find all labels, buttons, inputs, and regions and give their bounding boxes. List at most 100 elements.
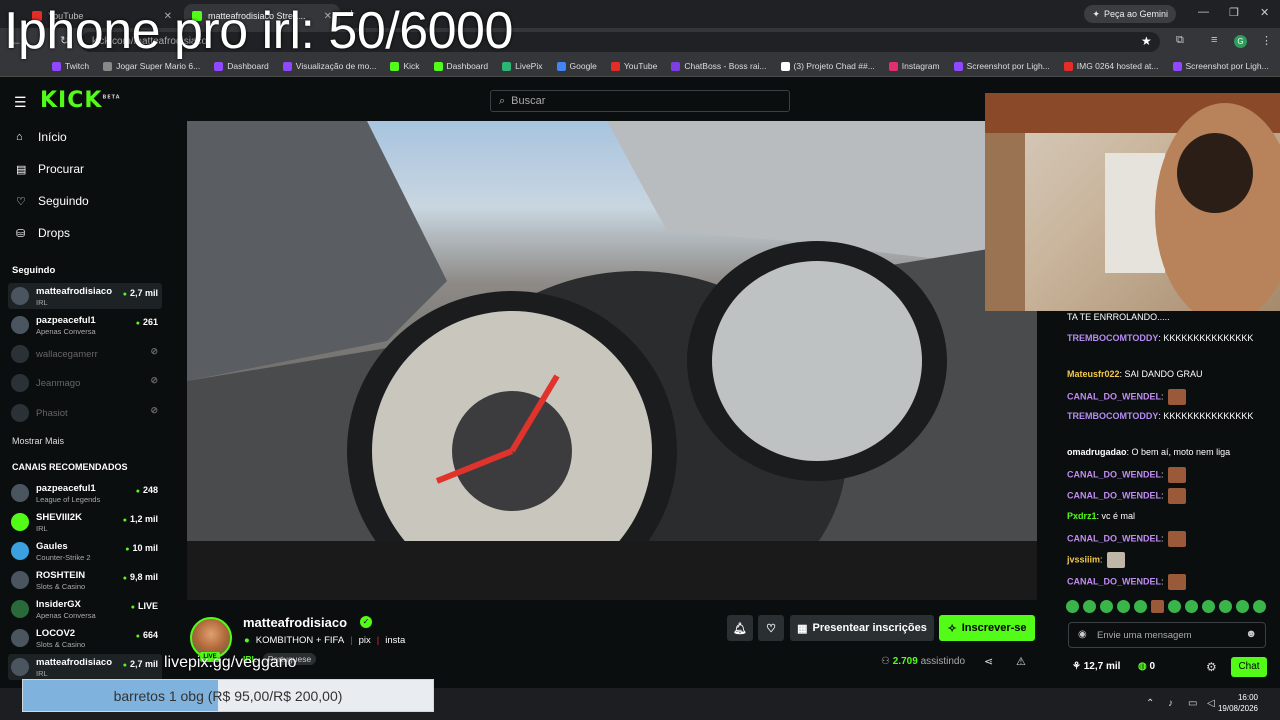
recommended-channel[interactable]: LOCOV2 Slots & Casino 664 (8, 625, 162, 651)
bookmark-item[interactable]: Dashboard (214, 61, 269, 71)
emote-button[interactable] (1066, 600, 1079, 613)
volume-icon[interactable]: ◁ (1207, 698, 1215, 709)
bookmark-item[interactable]: Jogar Super Mario 6... (103, 61, 200, 71)
chat-username[interactable]: CANAL_DO_WENDEL (1067, 533, 1161, 543)
following-channel[interactable]: Jeanmago ⊘ (8, 370, 162, 396)
recommended-channel[interactable]: pazpeaceful1 League of Legends 248 (8, 480, 162, 506)
emote-button[interactable] (1202, 600, 1215, 613)
chat-username[interactable]: CANAL_DO_WENDEL (1067, 490, 1161, 500)
gift-subs-button[interactable]: ▦ Presentear inscrições (790, 615, 934, 641)
emoji-icon[interactable]: ☻ (1245, 628, 1257, 640)
offline-icon: ⊘ (150, 375, 158, 385)
chat-username[interactable]: CANAL_DO_WENDEL (1067, 391, 1161, 401)
emote-button[interactable] (1100, 600, 1113, 613)
channel-name[interactable]: matteafrodisiaco (243, 615, 347, 630)
emote-button[interactable] (1236, 600, 1249, 613)
nav-home[interactable]: ⌂ Início (16, 130, 67, 144)
emote-button[interactable] (1117, 600, 1130, 613)
show-more-link[interactable]: Mostrar Mais (12, 436, 64, 446)
nav-drops[interactable]: ⛁ Drops (16, 226, 70, 240)
close-window-button[interactable]: ✕ (1260, 6, 1269, 19)
chat-username[interactable]: CANAL_DO_WENDEL (1067, 469, 1161, 479)
drops-icon: ⛁ (16, 227, 26, 240)
chat-send-button[interactable]: Chat (1231, 657, 1267, 677)
emote (1168, 531, 1187, 547)
emote-button[interactable] (1253, 600, 1266, 613)
chat-username[interactable]: Mateusfr022 (1067, 369, 1120, 379)
insta-link[interactable]: insta (385, 635, 405, 646)
bookmark-item[interactable]: Screenshot por Ligh... (953, 61, 1050, 71)
search-icon: ⌕ (499, 94, 506, 107)
follow-button[interactable]: ♡ (758, 615, 784, 641)
pix-link[interactable]: pix (359, 635, 371, 646)
chat-settings-icon[interactable]: ⚙ (1206, 660, 1217, 674)
bookmark-item[interactable]: Screenshot por Ligh... (1172, 61, 1269, 71)
nav-following[interactable]: ♡ Seguindo (16, 194, 89, 208)
chat-username[interactable]: omadrugadao (1067, 447, 1127, 457)
search-input[interactable]: ⌕ Buscar (490, 90, 790, 112)
bookmark-item[interactable]: Dashboard (433, 61, 488, 71)
system-clock[interactable]: 16:00 19/08/2026 (1218, 692, 1258, 714)
profile-avatar[interactable]: G (1234, 35, 1247, 48)
chat-username[interactable]: TREMBOCOMTODDY (1067, 411, 1158, 421)
browser-menu-icon[interactable]: ⋮ (1261, 34, 1272, 47)
recommended-channel[interactable]: Gaules Counter-Strike 2 10 mil (8, 538, 162, 564)
bookmark-item[interactable]: YouTube (610, 61, 657, 71)
tray-chevron-icon[interactable]: ⌃ (1146, 698, 1154, 709)
heart-icon: ♡ (16, 195, 26, 208)
emote-button[interactable] (1219, 600, 1232, 613)
nav-browse[interactable]: ▤ Procurar (16, 162, 84, 176)
recommended-channel[interactable]: SHEVIII2K IRL 1,2 mil (8, 509, 162, 535)
notification-bell-button[interactable]: 🔔︎ (727, 615, 753, 641)
emote-bar (1066, 600, 1276, 616)
bookmark-item[interactable]: LivePix (502, 61, 543, 71)
following-channel[interactable]: pazpeaceful1 Apenas Conversa 261 (8, 312, 162, 338)
network-icon[interactable]: ▭ (1188, 698, 1197, 709)
bookmark-item[interactable]: IMG 0264 hosted at... (1063, 61, 1159, 71)
kicks-balance[interactable]: ◍ 0 (1138, 661, 1155, 672)
chat-username[interactable]: CANAL_DO_WENDEL (1067, 576, 1161, 586)
bookmark-item[interactable]: (3) Projeto Chad ##... (780, 61, 875, 71)
reading-list-icon[interactable]: ≡ (1211, 34, 1217, 46)
bookmark-item[interactable]: ChatBoss - Boss rai... (671, 61, 767, 71)
subscribe-button[interactable]: ✧ Inscrever-se (939, 615, 1035, 641)
chat-username[interactable]: jvssiiim (1067, 554, 1100, 564)
star-icon: ✧ (947, 622, 957, 635)
extensions-icon[interactable]: ⧉ (1176, 34, 1184, 47)
chat-message: omadrugadao: O bem aí, moto nem liga (1067, 447, 1231, 457)
bookmark-star-icon[interactable]: ★ (1141, 34, 1152, 48)
maximize-button[interactable]: ❐ (1229, 6, 1239, 19)
chat-user-icon[interactable]: ◉ (1078, 629, 1087, 640)
recommended-channel[interactable]: InsiderGX Apenas Conversa LIVE (8, 596, 162, 622)
chat-username[interactable]: Pxdrz1 (1067, 511, 1097, 521)
emote-button[interactable] (1083, 600, 1096, 613)
channel-points[interactable]: ⚘ 12,7 mil (1072, 661, 1120, 672)
report-icon[interactable]: ⚠ (1016, 655, 1026, 668)
kick-logo[interactable]: KICKBETA (40, 88, 121, 113)
emote-button[interactable] (1151, 600, 1164, 613)
bookmark-item[interactable]: Visualização de mo... (282, 61, 376, 71)
gemini-button[interactable]: ✦ Peça ao Gemini (1084, 5, 1176, 23)
donation-goal-bar: barretos 1 obg (R$ 95,00/R$ 200,00) (22, 679, 434, 712)
video-player[interactable] (187, 121, 1037, 600)
following-channel[interactable]: matteafrodisiaco IRL 2,7 mil (8, 283, 162, 309)
recommended-channel[interactable]: ROSHTEIN Slots & Casino 9,8 mil (8, 567, 162, 593)
bookmark-item[interactable]: Google (556, 61, 597, 71)
share-icon[interactable]: ⋖ (984, 655, 993, 668)
minimize-button[interactable]: — (1198, 6, 1209, 18)
mic-icon[interactable]: ♪ (1168, 698, 1173, 709)
chat-username[interactable]: TREMBOCOMTODDY (1067, 333, 1158, 343)
bookmark-item[interactable]: Instagram (888, 61, 940, 71)
emote-button[interactable] (1185, 600, 1198, 613)
emote-button[interactable] (1134, 600, 1147, 613)
bookmark-item[interactable]: Twitch (52, 61, 89, 71)
bookmark-item[interactable]: Kick (390, 61, 420, 71)
chat-input[interactable]: ◉ Envie uma mensagem ☻ (1068, 622, 1266, 648)
recommended-channel[interactable]: matteafrodisiaco IRL 2,7 mil (8, 654, 162, 680)
following-channel[interactable]: Phasiot ⊘ (8, 400, 162, 426)
emote-button[interactable] (1168, 600, 1181, 613)
viewer-count: ⚇ 2.709 assistindo (881, 656, 966, 667)
following-channel[interactable]: wallacegamerr ⊘ (8, 341, 162, 367)
menu-icon[interactable]: ☰ (14, 94, 27, 111)
chat-panel: TA TE ENRROLANDO..... TREMBOCOMTODDY: KK… (1060, 311, 1280, 601)
